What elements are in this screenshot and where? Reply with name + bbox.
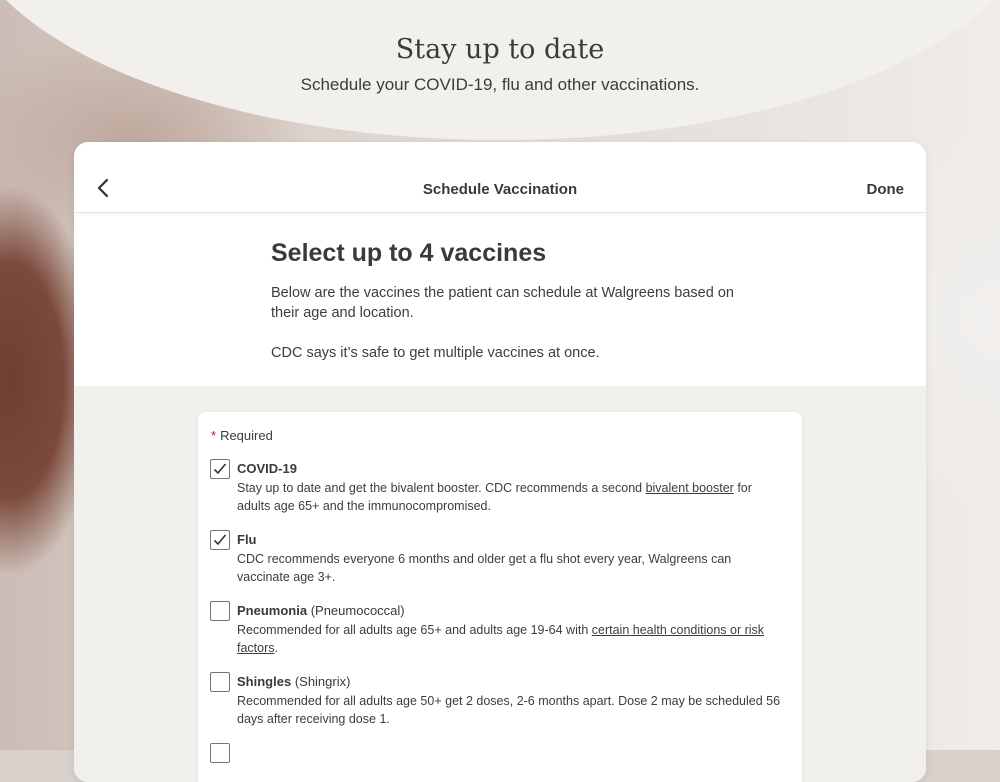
description-text: . [274, 640, 278, 655]
vaccine-qualifier: (Pneumococcal) [310, 603, 405, 618]
required-label: Required [220, 428, 273, 443]
description-text: Recommended for all adults age 50+ get 2… [237, 694, 781, 726]
intro-paragraph: Below are the vaccines the patient can s… [271, 285, 734, 321]
vaccine-name: Shingles [237, 674, 292, 689]
vaccine-title: Shingles (Shingrix) [237, 674, 350, 689]
top-bar: Schedule Vaccination Done [74, 142, 926, 213]
description-text: Recommended for all adults age 65+ and a… [237, 623, 592, 637]
vaccine-qualifier: (Shingrix) [294, 674, 351, 689]
vaccine-name: COVID-19 [237, 461, 297, 476]
vaccine-title: Flu [237, 532, 257, 547]
done-button[interactable]: Done [867, 181, 905, 198]
vaccine-description: CDC recommends everyone 6 months and old… [237, 551, 787, 586]
vaccine-description: Recommended for all adults age 50+ get 2… [237, 693, 787, 728]
next-vaccine-checkbox[interactable] [210, 743, 230, 763]
check-icon [213, 463, 227, 475]
vaccine-list-panel: * Required COVID-19 Stay up to date and g… [198, 412, 802, 782]
hero-subtitle: Schedule your COVID-19, flu and other va… [300, 75, 700, 94]
cdc-note: CDC says it’s safe to get multiple vacci… [271, 345, 600, 361]
flu-checkbox[interactable] [210, 530, 230, 550]
vaccine-name: Pneumonia [237, 603, 308, 618]
required-note: * Required [211, 428, 273, 443]
pneumonia-checkbox[interactable] [210, 601, 230, 621]
schedule-vaccination-card: Schedule Vaccination Done Select up to 4… [74, 142, 926, 782]
required-star: * [211, 428, 217, 443]
section-heading: Select up to 4 vaccines [271, 239, 547, 267]
vaccine-title: Pneumonia (Pneumococcal) [237, 603, 405, 618]
bivalent-booster-link[interactable]: bivalent booster [646, 481, 734, 495]
check-icon [213, 534, 227, 546]
vaccine-selection-section: * Required COVID-19 Stay up to date and g… [74, 386, 926, 782]
description-text: Stay up to date and get the bivalent boo… [237, 481, 646, 495]
shingles-checkbox[interactable] [210, 672, 230, 692]
description-text: CDC recommends everyone 6 months and old… [237, 552, 732, 584]
hero-title: Stay up to date [395, 34, 605, 65]
intro-section: Select up to 4 vaccines Below are the va… [74, 213, 926, 386]
covid19-checkbox[interactable] [210, 459, 230, 479]
vaccine-title: COVID-19 [237, 461, 297, 476]
vaccine-name: Flu [237, 532, 257, 547]
page-title: Schedule Vaccination [422, 181, 578, 198]
vaccine-description: Recommended for all adults age 65+ and a… [237, 622, 787, 657]
vaccine-description: Stay up to date and get the bivalent boo… [237, 480, 787, 515]
